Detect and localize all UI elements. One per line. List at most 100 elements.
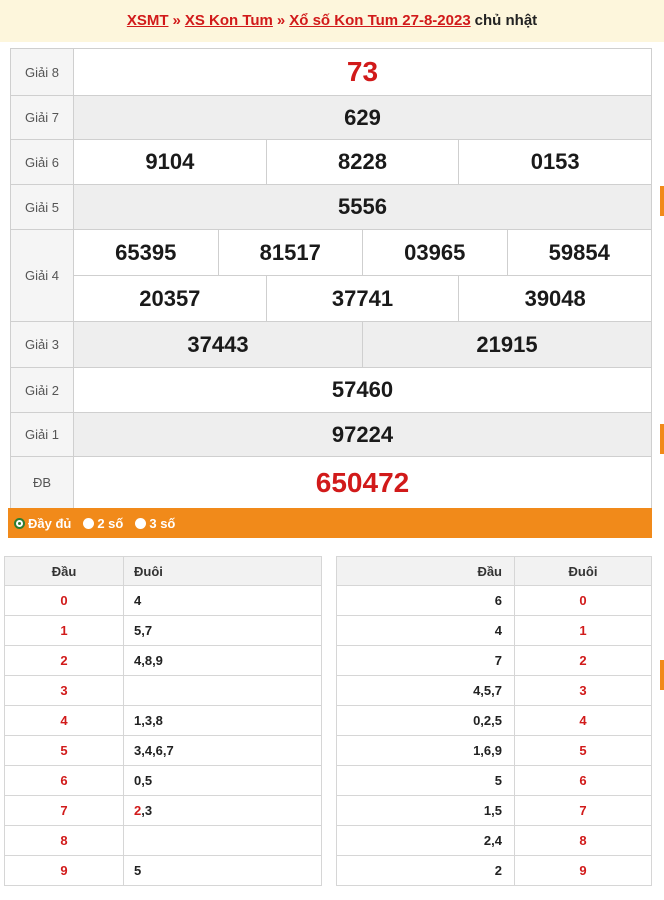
head-digit: 3 xyxy=(4,675,124,706)
prize-row-1: Giải 1 97224 xyxy=(10,412,652,457)
tail-values: 2,3 xyxy=(123,795,322,826)
head-values: 6 xyxy=(336,585,515,616)
prize-label: Giải 7 xyxy=(10,95,74,140)
column-header-tail: Đuôi xyxy=(123,556,322,586)
tail-digit: 1 xyxy=(514,615,652,646)
option-full[interactable]: Đầy đủ xyxy=(14,516,71,531)
prize-label: Giải 6 xyxy=(10,139,74,185)
prize-row-7: Giải 7 629 xyxy=(10,95,652,140)
page-edge-marker xyxy=(660,424,664,454)
option-full-label: Đầy đủ xyxy=(28,515,72,531)
prize-label: Giải 1 xyxy=(10,412,74,457)
prize-row-4: Giải 4 65395 81517 03965 59854 20357 377… xyxy=(10,229,652,322)
head-digit: 7 xyxy=(4,795,124,826)
table-row: 3 xyxy=(4,675,322,706)
radio-icon[interactable] xyxy=(83,517,95,529)
table-row: 1,6,9 5 xyxy=(336,735,652,766)
prize-6-number: 9104 xyxy=(145,149,195,174)
table-row: 4,5,7 3 xyxy=(336,675,652,706)
table-row: 8 xyxy=(4,825,322,856)
prize-label: Giải 5 xyxy=(10,184,74,230)
tail-digit: 9 xyxy=(514,855,652,886)
option-two-digits[interactable]: 2 số xyxy=(83,516,123,531)
tail-values xyxy=(123,825,322,856)
breadcrumb-xsmt-link[interactable]: XSMT xyxy=(127,12,169,29)
table-row: 95 xyxy=(4,855,322,886)
table-row: 41 xyxy=(336,615,652,646)
tail-digit: 3 xyxy=(514,675,652,706)
table-row: 56 xyxy=(336,765,652,796)
prize-label: ĐB xyxy=(10,456,74,509)
head-digit: 8 xyxy=(4,825,124,856)
tail-digit: 2 xyxy=(514,645,652,676)
table-row: 6 0,5 xyxy=(4,765,322,796)
radio-icon[interactable] xyxy=(135,517,147,529)
head-table: Đầu Đuôi 04 1 5,7 2 4,8,9 3 4 1,3,8 5 3,4,6,… xyxy=(4,556,322,886)
prize-2-number: 57460 xyxy=(73,367,652,413)
head-digit: 1 xyxy=(4,615,124,646)
option-three-digits[interactable]: 3 số xyxy=(135,516,175,531)
head-values: 1,5 xyxy=(336,795,515,826)
page-edge-marker xyxy=(660,186,664,216)
head-values: 5 xyxy=(336,765,515,796)
page-edge-marker xyxy=(660,660,664,690)
prize-row-2: Giải 2 57460 xyxy=(10,367,652,413)
tail-digit: 4 xyxy=(514,705,652,736)
tail-digit: 0 xyxy=(514,585,652,616)
tail-values: 4 xyxy=(123,585,322,616)
option-two-label: 2 số xyxy=(97,515,124,531)
head-digit: 0 xyxy=(4,585,124,616)
head-digit: 6 xyxy=(4,765,124,796)
head-digit: 5 xyxy=(4,735,124,766)
breadcrumb-day: chủ nhật xyxy=(474,12,538,29)
tail-digit: 8 xyxy=(514,825,652,856)
tail-values: 0,5 xyxy=(123,765,322,796)
display-options-bar: Đầy đủ 2 số 3 số xyxy=(8,508,652,538)
prize-4-number: 65395 xyxy=(115,239,177,265)
table-row: 29 xyxy=(336,855,652,886)
head-values: 1,6,9 xyxy=(336,735,515,766)
radio-selected-icon[interactable] xyxy=(14,517,25,529)
prize-4-number: 59854 xyxy=(506,230,652,275)
table-row: 7 2,3 xyxy=(4,795,322,826)
prize-label: Giải 4 xyxy=(10,229,74,322)
prize-6-number: 8228 xyxy=(265,140,459,184)
prize-4-number: 37741 xyxy=(265,276,459,321)
table-row: 72 xyxy=(336,645,652,676)
head-values: 7 xyxy=(336,645,515,676)
prize-label: Giải 2 xyxy=(10,367,74,413)
head-digit: 4 xyxy=(4,705,124,736)
table-row: 60 xyxy=(336,585,652,616)
prize-label: Giải 8 xyxy=(10,48,74,96)
tail-values: 1,3,8 xyxy=(123,705,322,736)
breadcrumb-kontum-link[interactable]: XS Kon Tum xyxy=(185,12,273,29)
breadcrumb: XSMT» XS Kon Tum» Xổ số Kon Tum 27-8-2023 c… xyxy=(0,0,664,42)
prize-4-number: 03965 xyxy=(362,230,507,275)
tail-values: 5 xyxy=(123,855,322,886)
prize-1-number: 97224 xyxy=(73,412,652,457)
breadcrumb-separator: » xyxy=(172,12,181,29)
option-three-label: 3 số xyxy=(149,515,176,531)
special-prize-number: 650472 xyxy=(73,456,652,509)
breadcrumb-result-link[interactable]: Xổ số Kon Tum 27-8-2023 xyxy=(289,12,470,29)
highlighted-tail: 2 xyxy=(134,803,142,818)
table-row: 2,4 8 xyxy=(336,825,652,856)
tail-values: 5,7 xyxy=(123,615,322,646)
head-digit: 2 xyxy=(4,645,124,676)
table-row: 04 xyxy=(4,585,322,616)
head-values: 4 xyxy=(336,615,515,646)
table-row: 0,2,5 4 xyxy=(336,705,652,736)
tail-digit: 5 xyxy=(514,735,652,766)
table-row: 5 3,4,6,7 xyxy=(4,735,322,766)
table-row: 4 1,3,8 xyxy=(4,705,322,736)
prize-label: Giải 3 xyxy=(10,321,74,368)
column-header-head: Đầu xyxy=(336,556,515,586)
table-row: 2 4,8,9 xyxy=(4,645,322,676)
table-row: 1,5 7 xyxy=(336,795,652,826)
prize-row-3: Giải 3 37443 21915 xyxy=(10,321,652,368)
head-values: 2 xyxy=(336,855,515,886)
prize-row-special: ĐB 650472 xyxy=(10,456,652,509)
tail-table: Đầu Đuôi 60 41 72 4,5,7 3 0,2,5 4 1,6,9 5 5… xyxy=(336,556,652,886)
prize-row-8: Giải 8 73 xyxy=(10,48,652,96)
tail-values: 3,4,6,7 xyxy=(123,735,322,766)
